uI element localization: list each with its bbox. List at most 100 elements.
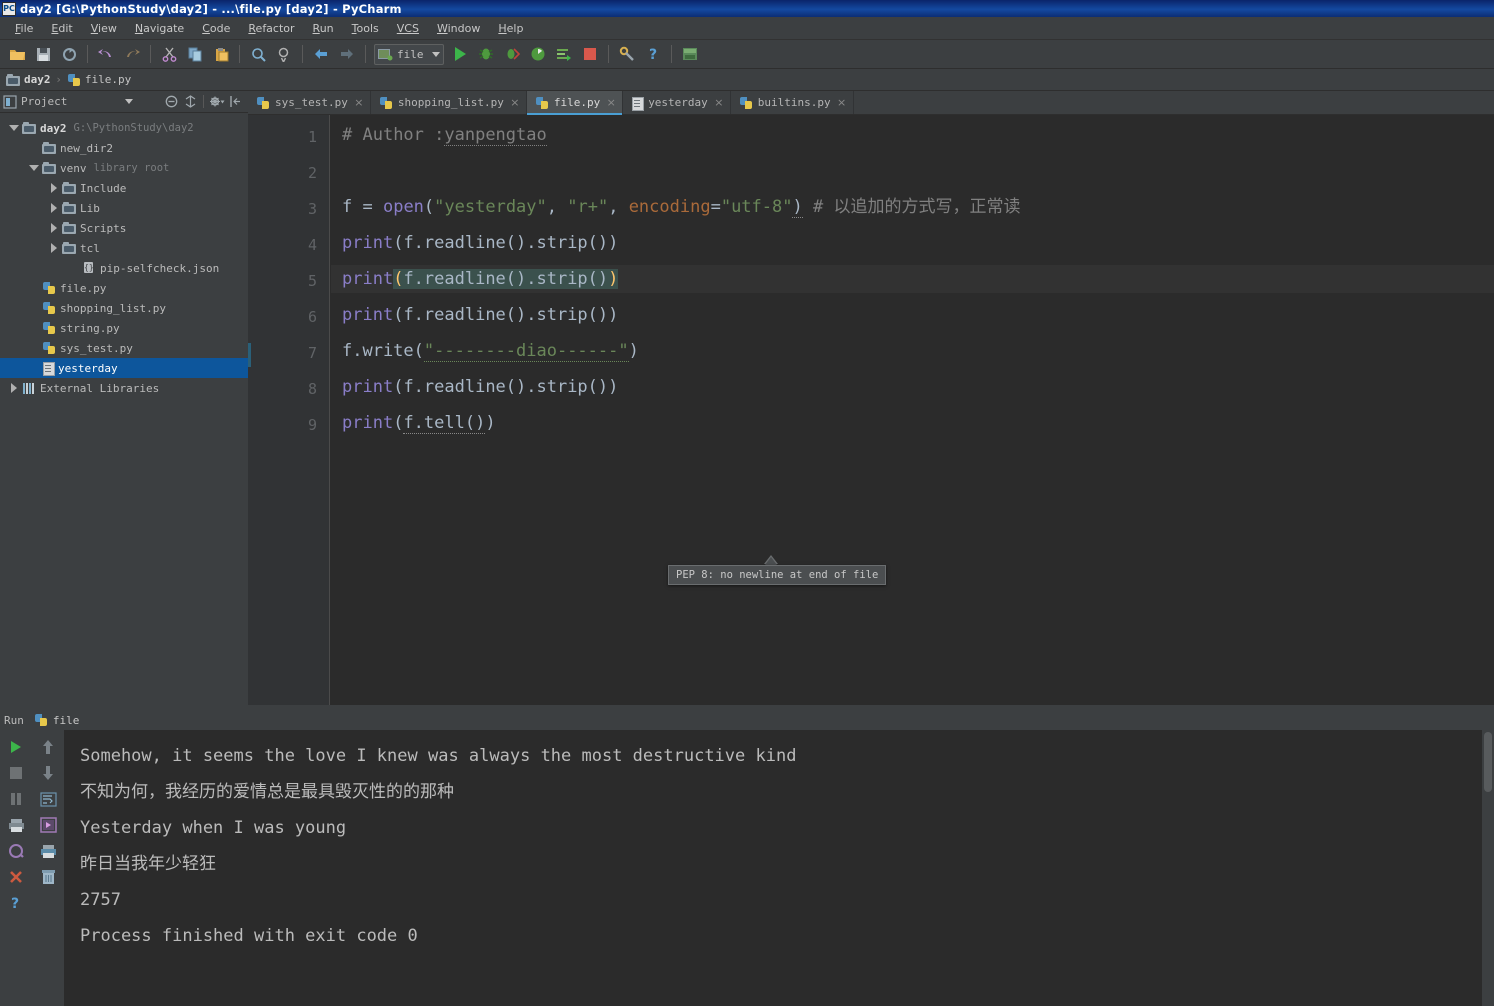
run-icon[interactable] [448, 42, 472, 66]
tree-node-scripts[interactable]: Scripts [0, 218, 248, 238]
tree-node-include[interactable]: Include [0, 178, 248, 198]
close-icon[interactable]: × [354, 97, 364, 108]
scroll-up-icon[interactable] [35, 734, 61, 760]
scroll-from-source-icon[interactable] [181, 92, 200, 111]
menu-label: efactor [255, 21, 295, 35]
menu-label: ode [209, 21, 231, 35]
profile-icon[interactable] [526, 42, 550, 66]
close-icon[interactable]: × [606, 97, 616, 108]
chevron-down-icon[interactable] [9, 125, 19, 131]
help-icon[interactable]: ? [641, 42, 665, 66]
scroll-to-end-icon[interactable] [35, 812, 61, 838]
forward-icon[interactable] [335, 42, 359, 66]
tree-node-yesterday[interactable]: yesterday [0, 358, 248, 378]
chevron-right-icon[interactable] [51, 243, 57, 253]
stop-icon[interactable] [3, 760, 29, 786]
menu-item-help[interactable]: Help [489, 19, 532, 38]
settings-icon[interactable] [615, 42, 639, 66]
menu-item-vcs[interactable]: VCS [388, 19, 428, 38]
run-console-output[interactable]: Somehow, it seems the love I knew was al… [64, 730, 1494, 1006]
title-bar: PC day2 [G:\PythonStudy\day2] - ...\file… [0, 0, 1494, 17]
editor-tab-shopping-list-py[interactable]: shopping_list.py × [371, 91, 527, 114]
paste-icon[interactable] [209, 42, 233, 66]
hide-icon[interactable] [226, 92, 245, 111]
chevron-right-icon[interactable] [51, 183, 57, 193]
run-configuration-selector[interactable]: file [374, 43, 444, 65]
chevron-right-icon[interactable] [51, 203, 57, 213]
menu-item-code[interactable]: Code [193, 19, 239, 38]
breadcrumb-item-day2[interactable]: day2 [6, 73, 51, 86]
menu-item-run[interactable]: Run [304, 19, 343, 38]
tree-node-venv[interactable]: venv library root [0, 158, 248, 178]
tree-node-new-dir2[interactable]: new_dir2 [0, 138, 248, 158]
menu-item-file[interactable]: File [6, 19, 42, 38]
project-tree[interactable]: day2 G:\PythonStudy\day2 new_dir2 venv libra… [0, 113, 248, 705]
breadcrumb-item-file[interactable]: file.py [67, 73, 131, 87]
run-coverage-icon[interactable] [500, 42, 524, 66]
menu-item-edit[interactable]: Edit [42, 19, 81, 38]
chevron-right-icon[interactable] [11, 383, 17, 393]
console-scrollbar[interactable] [1482, 730, 1494, 1006]
scroll-down-icon[interactable] [35, 760, 61, 786]
menu-item-tools[interactable]: Tools [343, 19, 388, 38]
tree-node-sys-test-py[interactable]: sys_test.py [0, 338, 248, 358]
clear-all-icon[interactable] [35, 864, 61, 890]
soft-wrap-icon[interactable] [3, 838, 29, 864]
tree-node-shopping-list-py[interactable]: shopping_list.py [0, 298, 248, 318]
debug-icon[interactable] [474, 42, 498, 66]
code-token-author: Author : [352, 125, 445, 145]
code-content[interactable]: # Author :yanpengtao f = open("yesterday… [332, 115, 1494, 705]
chevron-down-icon[interactable] [29, 165, 39, 171]
menu-item-window[interactable]: Window [428, 19, 489, 38]
editor-tab-builtins-py[interactable]: builtins.py × [731, 91, 854, 114]
print-output-icon[interactable] [35, 838, 61, 864]
menu-mnemonic: R [248, 21, 256, 35]
code-editor[interactable]: 1 2 3 4 5 6 7 8 9 # Author :yanpengtao f… [248, 115, 1494, 705]
menu-item-view[interactable]: View [82, 19, 126, 38]
redo-icon[interactable] [120, 42, 144, 66]
editor-tab-file-py[interactable]: file.py × [526, 91, 624, 115]
editor-gutter[interactable]: 1 2 3 4 5 6 7 8 9 [248, 115, 330, 705]
tree-node-string-py[interactable]: string.py [0, 318, 248, 338]
run-tab-file[interactable]: file [34, 713, 79, 727]
collapse-all-icon[interactable] [162, 92, 181, 111]
close-icon[interactable]: × [837, 97, 847, 108]
menu-item-refactor[interactable]: Refactor [239, 19, 303, 38]
copy-icon[interactable] [183, 42, 207, 66]
use-soft-wraps-icon[interactable] [35, 786, 61, 812]
scrollbar-thumb[interactable] [1484, 732, 1492, 792]
tree-node-file-py[interactable]: file.py [0, 278, 248, 298]
find-replace-icon[interactable] [272, 42, 296, 66]
print-icon[interactable] [3, 812, 29, 838]
tree-node-tcl[interactable]: tcl [0, 238, 248, 258]
python-console-icon[interactable] [678, 42, 702, 66]
cut-icon[interactable] [157, 42, 181, 66]
tree-node-day2[interactable]: day2 G:\PythonStudy\day2 [0, 118, 248, 138]
close-icon[interactable]: × [714, 97, 724, 108]
find-icon[interactable] [246, 42, 270, 66]
editor-tab-yesterday[interactable]: yesterday × [623, 91, 731, 114]
tree-node-lib[interactable]: Lib [0, 198, 248, 218]
menu-item-navigate[interactable]: Navigate [126, 19, 193, 38]
undo-icon[interactable] [94, 42, 118, 66]
close-icon[interactable] [3, 864, 29, 890]
stop-icon[interactable] [578, 42, 602, 66]
rerun-icon[interactable] [3, 734, 29, 760]
settings-gear-icon[interactable] [207, 92, 226, 111]
tree-node-external-libraries[interactable]: External Libraries [0, 378, 248, 398]
save-all-icon[interactable] [31, 42, 55, 66]
chevron-down-icon[interactable] [125, 99, 134, 104]
tree-node-label: day2 [40, 121, 67, 135]
open-icon[interactable] [5, 42, 29, 66]
tree-node-pip-selfcheck-json[interactable]: pip-selfcheck.json [0, 258, 248, 278]
chevron-right-icon[interactable] [51, 223, 57, 233]
back-icon[interactable] [309, 42, 333, 66]
sync-icon[interactable] [57, 42, 81, 66]
help-icon[interactable]: ? [3, 890, 29, 916]
editor-tab-sys-test-py[interactable]: sys_test.py × [248, 91, 371, 114]
run-with-console-icon[interactable] [552, 42, 576, 66]
code-line-4: print(f.readline().strip()) [342, 233, 619, 253]
code-token-author-name: yanpengtao [444, 125, 547, 146]
close-icon[interactable]: × [510, 97, 520, 108]
pause-icon[interactable] [3, 786, 29, 812]
